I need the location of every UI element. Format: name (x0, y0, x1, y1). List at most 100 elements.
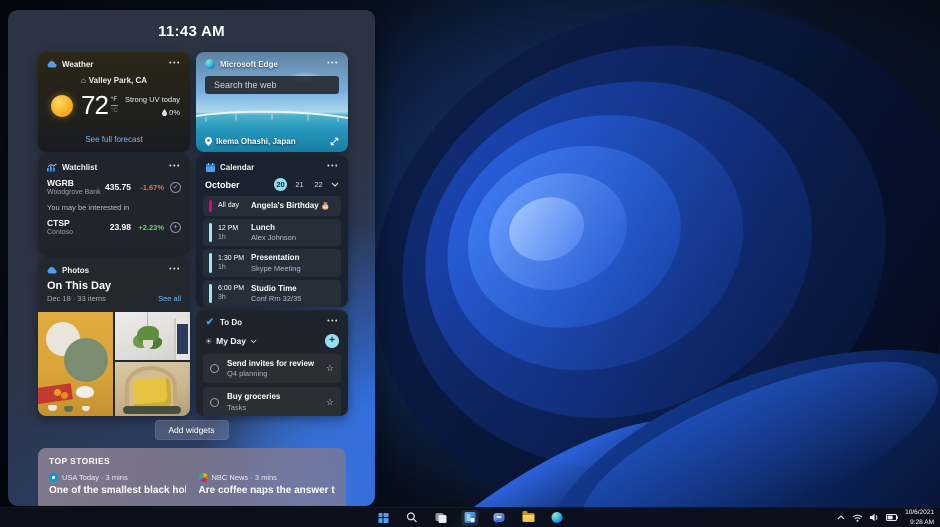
photo-caption: Ikema Ohashi, Japan (205, 137, 339, 146)
calendar-event[interactable]: All day Angela's Birthday 🎂 (203, 196, 341, 216)
calendar-date-bar: October 20 21 22 (196, 172, 348, 193)
taskbar: 10/6/2021 9:28 AM (0, 507, 940, 527)
sun-icon (51, 95, 73, 117)
watchlist-widget[interactable]: Watchlist ••• WGRB Woodgrove Bank 435.75… (38, 155, 190, 255)
photo-hanging-plant[interactable] (115, 312, 190, 360)
unit-toggle[interactable]: °F °C (111, 97, 118, 114)
stock-symbol: CTSP (47, 218, 73, 228)
widgets-button[interactable] (462, 510, 479, 526)
calendar-event-list: All day Angela's Birthday 🎂 12 PM1h Lunc… (196, 193, 348, 307)
start-button[interactable] (375, 510, 392, 526)
more-options-icon[interactable]: ••• (327, 320, 339, 324)
stock-company: Woodgrove Bank (47, 189, 101, 196)
event-color-bar (209, 223, 212, 242)
chevron-down-icon[interactable] (250, 339, 257, 344)
more-options-icon[interactable]: ••• (169, 62, 181, 66)
edge-widget[interactable]: Microsoft Edge ••• Ikema Ohashi, Japan (196, 52, 348, 152)
my-day-sun-icon: ☀ (205, 337, 212, 346)
top-stories-heading: TOP STORIES (49, 456, 335, 466)
clock-date[interactable]: 10/6/2021 9:28 AM (905, 508, 934, 527)
star-icon[interactable]: ☆ (326, 397, 334, 408)
news-article[interactable]: USA Today · 3 mins One of the smallest b… (49, 473, 186, 496)
search-bar[interactable] (205, 76, 339, 94)
todo-widget[interactable]: ✔ To Do ••• ☀ My Day + Send invites for … (196, 310, 348, 416)
chat-button[interactable] (491, 510, 508, 526)
stock-company: Contoso (47, 229, 73, 236)
stocks-chart-icon (47, 162, 57, 172)
expand-icon[interactable] (330, 137, 339, 146)
news-article[interactable]: NBC News · 3 mins Are coffee naps the an… (199, 473, 336, 496)
more-options-icon[interactable]: ••• (169, 165, 181, 169)
calendar-event[interactable]: 6:00 PM3h Studio TimeConf Rm 32/35 (203, 280, 341, 307)
chevron-down-icon[interactable] (331, 182, 339, 187)
stock-symbol: WGRB (47, 178, 101, 188)
folder-icon (522, 513, 534, 522)
droplet-icon (162, 109, 167, 116)
add-task-button[interactable]: + (325, 334, 339, 348)
usa-today-logo-icon (49, 473, 58, 482)
stock-row[interactable]: CTSP Contoso 23.98 +2.23% + (38, 212, 190, 236)
battery-icon[interactable] (886, 514, 898, 521)
add-widgets-button[interactable]: Add widgets (154, 420, 228, 440)
stock-row[interactable]: WGRB Woodgrove Bank 435.75 -1.67% ✓ (38, 172, 190, 196)
event-color-bar (209, 253, 212, 272)
more-options-icon[interactable]: ••• (327, 165, 339, 169)
show-hidden-icons-chevron[interactable] (837, 515, 845, 520)
weather-widget[interactable]: Weather ••• ⌂ Valley Park, CA 72 °F °C S… (38, 52, 190, 152)
task-view-button[interactable] (433, 510, 450, 526)
location-pin-icon (205, 137, 212, 146)
calendar-event[interactable]: 12 PM1h LunchAlex Johnson (203, 219, 341, 246)
todo-check-icon: ✔ (205, 317, 215, 327)
calendar-widget[interactable]: Calendar ••• October 20 21 22 All day An… (196, 155, 348, 307)
event-color-bar (209, 284, 212, 303)
photo-still-life[interactable] (38, 312, 113, 416)
calendar-event[interactable]: 1:30 PM1h PresentationSkype Meeting (203, 249, 341, 276)
widgets-icon (465, 512, 476, 523)
article-headline[interactable]: Are coffee naps the answer to your (199, 485, 336, 496)
list-selector[interactable]: My Day (216, 336, 246, 346)
unit-fahrenheit[interactable]: °F (111, 97, 118, 106)
photos-title: Photos (62, 266, 164, 275)
edge-logo-icon (552, 512, 563, 523)
unit-celsius[interactable]: °C (111, 106, 118, 114)
photo-chair-pillow[interactable] (115, 362, 190, 416)
system-tray: 10/6/2021 9:28 AM (837, 508, 934, 527)
stock-change: -1.67% (131, 183, 164, 192)
photos-widget[interactable]: Photos ••• On This Day Dec 18 · 33 items… (38, 258, 190, 416)
weather-title: Weather (62, 60, 164, 69)
edge-logo-icon (205, 59, 215, 69)
edge-browser-button[interactable] (549, 510, 566, 526)
article-meta: NBC News · 3 mins (212, 473, 277, 482)
weather-location: ⌂ Valley Park, CA (38, 76, 190, 85)
more-options-icon[interactable]: ••• (327, 62, 339, 66)
date-chip-selected[interactable]: 20 (274, 178, 287, 191)
weather-cloud-icon (47, 59, 57, 69)
photos-subtitle: Dec 18 · 33 items (47, 294, 106, 303)
top-stories-section: TOP STORIES USA Today · 3 mins One of th… (38, 448, 346, 506)
stock-change: +2.23% (131, 223, 164, 232)
more-options-icon[interactable]: ••• (169, 268, 181, 272)
see-all-link[interactable]: See all (158, 294, 181, 303)
file-explorer-button[interactable] (520, 510, 537, 526)
task-item[interactable]: Send invites for reviewQ4 planning ☆ (203, 354, 341, 383)
on-this-day-heading: On This Day (38, 275, 190, 292)
edge-title: Microsoft Edge (220, 60, 322, 69)
wifi-icon[interactable] (852, 514, 863, 522)
search-input[interactable] (212, 79, 333, 91)
article-headline[interactable]: One of the smallest black holes and (49, 485, 186, 496)
date-chip[interactable]: 22 (312, 178, 325, 191)
stock-add-plus-icon[interactable]: + (170, 222, 181, 233)
date-chip[interactable]: 21 (293, 178, 306, 191)
photo-grid (38, 312, 190, 416)
task-item[interactable]: Buy groceriesTasks ☆ (203, 387, 341, 416)
star-icon[interactable]: ☆ (326, 363, 334, 374)
task-checkbox[interactable] (210, 364, 219, 373)
chat-icon (494, 513, 505, 522)
see-full-forecast-link[interactable]: See full forecast (38, 135, 190, 144)
event-color-bar (209, 200, 212, 212)
volume-icon[interactable] (870, 513, 879, 522)
search-button[interactable] (404, 510, 421, 526)
nbc-news-logo-icon (199, 473, 208, 482)
task-checkbox[interactable] (210, 398, 219, 407)
stock-added-check-icon[interactable]: ✓ (170, 182, 181, 193)
